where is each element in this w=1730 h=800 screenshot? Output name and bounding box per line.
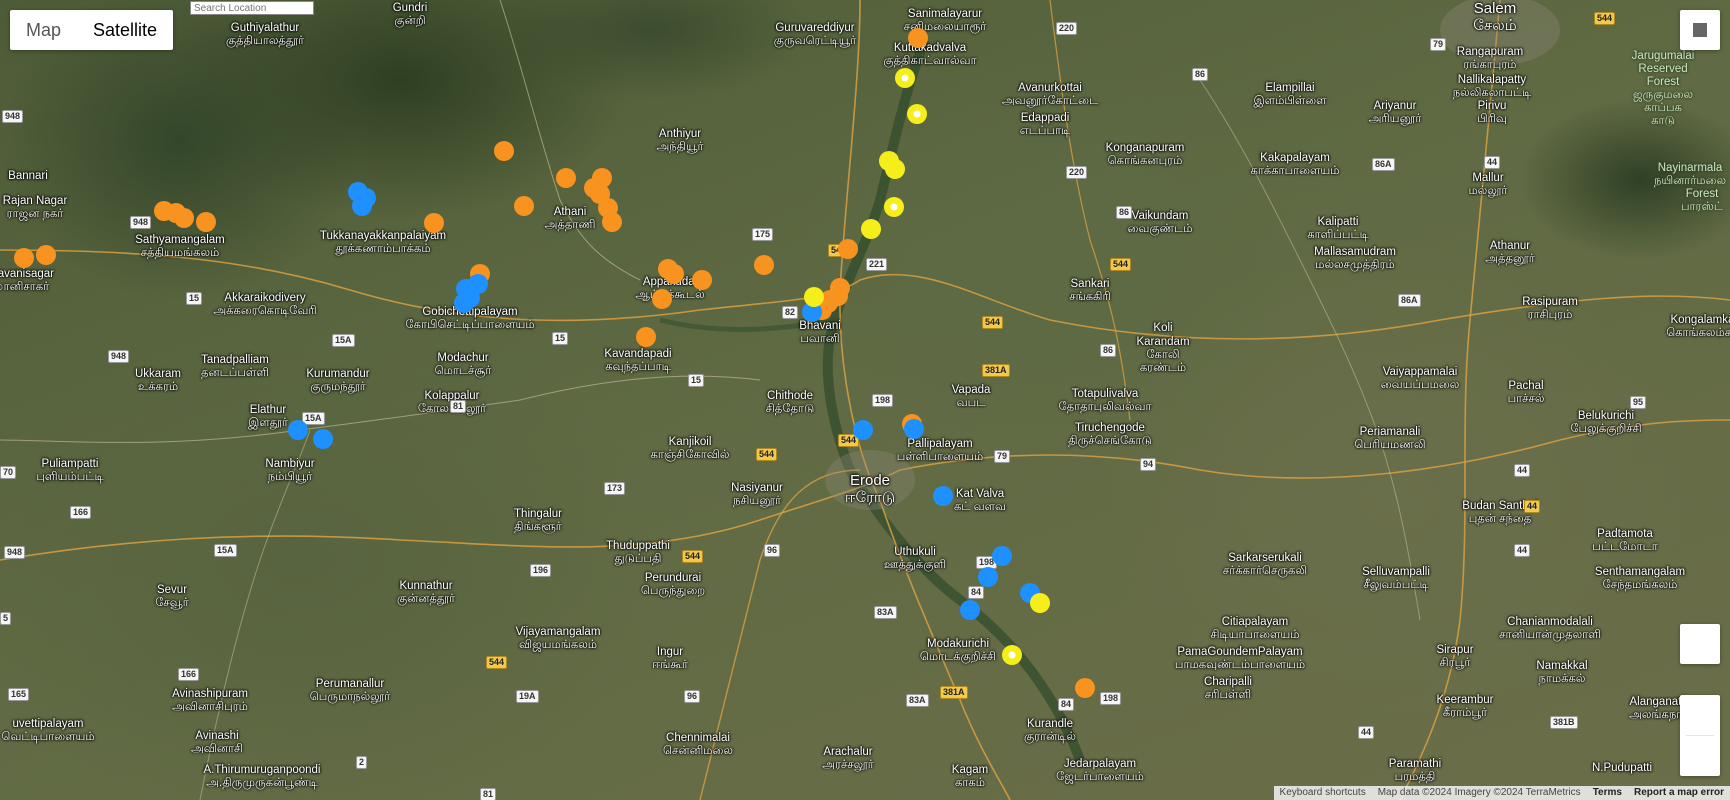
orange-marker[interactable] (1075, 678, 1095, 698)
orange-marker[interactable] (36, 245, 56, 265)
marker-center-dot (913, 110, 921, 118)
yellow-marker[interactable] (1030, 593, 1050, 613)
orange-marker[interactable] (174, 208, 194, 228)
blue-marker[interactable] (933, 486, 953, 506)
keyboard-shortcuts-link[interactable]: Keyboard shortcuts (1274, 786, 1372, 800)
orange-marker[interactable] (424, 213, 444, 233)
zoom-out-button[interactable] (1680, 736, 1720, 776)
blue-marker[interactable] (904, 419, 924, 439)
map-type-control: Map Satellite (10, 10, 174, 50)
orange-marker[interactable] (908, 28, 928, 48)
blue-marker[interactable] (313, 429, 333, 449)
marker-center-dot (1008, 651, 1016, 659)
orange-marker[interactable] (652, 289, 672, 309)
orange-marker[interactable] (838, 239, 858, 259)
orange-marker[interactable] (196, 212, 216, 232)
orange-marker[interactable] (494, 141, 514, 161)
terms-link[interactable]: Terms (1587, 786, 1628, 800)
search-location-input[interactable] (190, 1, 314, 15)
yellow-marker[interactable] (885, 159, 905, 179)
data-markers (14, 28, 1095, 698)
marker-center-dot (901, 74, 909, 82)
orange-marker[interactable] (556, 168, 576, 188)
zoom-control (1680, 695, 1720, 776)
orange-marker[interactable] (636, 327, 656, 347)
marker-center-dot (890, 203, 898, 211)
zoom-in-button[interactable] (1680, 695, 1720, 735)
attribution-bar: Keyboard shortcuts Map data ©2024 Imager… (1273, 786, 1730, 800)
orange-marker[interactable] (602, 212, 622, 232)
blue-marker[interactable] (960, 600, 980, 620)
street-view-pegman-button[interactable] (1680, 624, 1720, 664)
blue-marker[interactable] (853, 420, 873, 440)
blue-marker[interactable] (352, 196, 372, 216)
orange-marker[interactable] (664, 264, 684, 284)
fullscreen-icon (1693, 23, 1707, 37)
fullscreen-button[interactable] (1680, 10, 1720, 50)
orange-marker[interactable] (14, 248, 34, 268)
report-map-error-link[interactable]: Report a map error (1628, 786, 1730, 800)
blue-marker[interactable] (978, 567, 998, 587)
satellite-view-button[interactable]: Satellite (77, 10, 173, 50)
blue-marker[interactable] (992, 546, 1012, 566)
orange-marker[interactable] (514, 196, 534, 216)
map-view-button[interactable]: Map (10, 10, 77, 50)
yellow-marker[interactable] (861, 219, 881, 239)
orange-marker[interactable] (754, 255, 774, 275)
orange-marker[interactable] (692, 270, 712, 290)
yellow-marker[interactable] (804, 287, 824, 307)
blue-marker[interactable] (288, 420, 308, 440)
blue-marker[interactable] (454, 293, 474, 313)
map-data-credit: Map data ©2024 Imagery ©2024 TerraMetric… (1377, 787, 1581, 798)
satellite-map[interactable]: Guthiyalathur குத்தியாலத்தூர் Gundri குன்றி… (0, 0, 1730, 800)
